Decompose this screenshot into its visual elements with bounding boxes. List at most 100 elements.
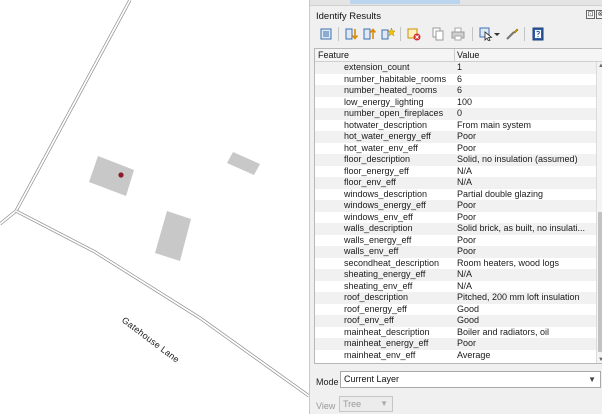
scroll-up-icon[interactable]: ▲ [598,63,602,69]
attribute-name: windows_energy_eff [344,200,426,210]
clear-results-icon[interactable] [406,26,422,42]
table-row[interactable]: sheating_env_eff N/A [315,281,598,293]
help-icon[interactable] [530,26,546,42]
building-south[interactable] [155,211,191,261]
expand-all-icon[interactable] [344,26,360,42]
table-row[interactable]: low_energy_lighting 100 [315,97,598,109]
attribute-value: Poor [457,246,477,256]
mode-label: Mode [316,377,339,387]
table-row[interactable]: extension_count 1 [315,62,598,74]
attribute-name: windows_description [344,188,428,199]
expand-new-icon[interactable] [380,26,396,42]
attribute-value: 6 [457,73,463,84]
table-row[interactable]: roof_description Pitched, 200 mm loft ins… [315,292,598,304]
table-row[interactable]: roof_energy_eff Good [315,304,598,316]
mode-value: Current Layer [344,374,400,384]
collapse-all-icon[interactable] [362,26,378,42]
table-row[interactable]: hot_water_energy_eff Poor [315,131,598,143]
attribute-value: N/A [457,165,473,176]
attribute-value: Poor [457,338,477,348]
table-row[interactable]: hotwater_description From main system [315,120,598,132]
identify-select-icon[interactable] [478,26,494,42]
toolbar-separator [472,27,473,41]
identify-results-panel: Identify Results ⊡ ⊗ Feature Value exten… [309,0,602,414]
view-value: Tree [343,399,362,409]
table-row[interactable]: walls_description Solid brick, as built, … [315,223,598,235]
table-row[interactable]: hot_water_env_eff Poor [315,143,598,155]
panel-title: Identify Results [316,11,381,22]
toolbar-separator [524,27,525,41]
attribute-value: 0 [457,108,463,118]
table-row[interactable]: windows_energy_eff Poor [315,200,598,212]
attribute-name: hot_water_env_eff [344,142,418,153]
attribute-name: walls_description [344,223,413,233]
chevron-down-icon: ▼ [380,399,388,408]
attribute-name: floor_env_eff [344,177,396,187]
attribute-value: N/A [457,269,473,279]
table-row[interactable]: floor_env_eff N/A [315,177,598,189]
view-select[interactable]: Tree ▼ [339,396,393,412]
attribute-value: 6 [457,85,463,95]
attribute-name: windows_env_eff [344,211,413,222]
table-row[interactable]: sheating_energy_eff N/A [315,269,598,281]
table-row[interactable]: floor_energy_eff N/A [315,166,598,178]
attribute-value: Average [457,349,491,360]
table-row[interactable]: floor_description Solid, no insulation (a… [315,154,598,166]
table-row[interactable]: walls_energy_eff Poor [315,235,598,247]
attribute-value: N/A [457,177,473,187]
attribute-name: roof_env_eff [344,315,394,325]
attribute-value: Room heaters, wood logs [457,257,560,268]
print-icon[interactable] [450,26,466,42]
attribute-name: number_habitable_rooms [344,73,447,84]
view-label: View [316,401,336,411]
map-graphics [0,0,309,398]
float-panel-icon[interactable]: ⊡ [586,10,595,19]
chevron-down-icon[interactable] [493,26,501,42]
table-row[interactable]: number_habitable_rooms 6 [315,74,598,86]
table-row[interactable]: mainheat_energy_eff Poor [315,338,598,350]
attribute-name: roof_description [344,292,409,302]
map-canvas[interactable]: Gatehouse Lane [0,0,309,414]
copy-feature-icon[interactable] [430,26,446,42]
attribute-value: Partial double glazing [457,188,544,199]
table-row[interactable]: number_open_fireplaces 0 [315,108,598,120]
building-main[interactable] [89,156,134,196]
column-divider [454,49,455,62]
close-panel-icon[interactable]: ⊗ [596,10,602,19]
attribute-name: mainheat_energy_eff [344,338,429,348]
column-header-value[interactable]: Value [457,50,479,60]
road-track-casing [0,0,132,226]
table-row[interactable]: mainheat_description Boiler and radiators… [315,327,598,339]
table-row[interactable]: windows_env_eff Poor [315,212,598,224]
scrollbar-thumb[interactable] [598,212,602,352]
table-row[interactable]: mainheat_env_eff Average [315,350,598,362]
table-row[interactable]: number_heated_rooms 6 [315,85,598,97]
toolbar-separator [400,27,401,41]
chevron-down-icon: ▼ [588,375,596,384]
attribute-name: floor_energy_eff [344,165,409,176]
table-row[interactable]: roof_env_eff Good [315,315,598,327]
table-row[interactable]: secondheat_description Room heaters, wood… [315,258,598,270]
expand-tree-icon[interactable] [318,26,334,42]
column-header-feature[interactable]: Feature [318,50,349,60]
settings-icon[interactable] [504,26,520,42]
attribute-value: From main system [457,119,532,130]
attribute-value: Solid, no insulation (assumed) [457,154,578,164]
attribute-name: extension_count [344,62,410,72]
attribute-name: walls_energy_eff [344,234,412,245]
attribute-name: secondheat_description [344,257,440,268]
scroll-down-icon[interactable]: ▼ [598,357,602,363]
building-east[interactable] [227,152,260,175]
attribute-value: N/A [457,280,473,291]
table-scrollbar[interactable]: ▲ ▼ [596,62,602,363]
results-table[interactable]: Feature Value extension_count 1 number_ha… [314,48,602,364]
mode-select[interactable]: Current Layer ▼ [340,371,601,388]
table-row[interactable]: walls_env_eff Poor [315,246,598,258]
attribute-name: roof_energy_eff [344,303,407,314]
table-row[interactable]: windows_description Partial double glazin… [315,189,598,201]
attribute-name: walls_env_eff [344,246,399,256]
attribute-value: Poor [457,234,477,245]
attribute-name: floor_description [344,154,411,164]
attribute-value: Good [457,303,480,314]
attribute-value: Poor [457,211,477,222]
